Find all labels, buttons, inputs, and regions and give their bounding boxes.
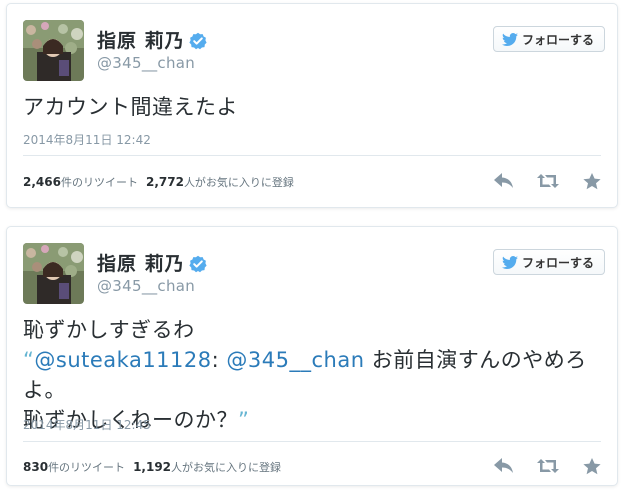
twitter-bird-icon (501, 32, 518, 46)
tweet-stats: 2,466件のリツイート 2,772人がお気に入りに登録 (23, 174, 294, 190)
quote-close: ” (238, 408, 250, 432)
favorite-count-label: 人がお気に入りに登録 (183, 176, 294, 189)
tweet-stats: 830件のリツイート 1,192人がお気に入りに登録 (23, 459, 281, 475)
favorite-count[interactable]: 2,772 (146, 175, 184, 189)
follow-button-label: フォローする (521, 255, 594, 270)
tweet-actions (471, 170, 603, 192)
avatar[interactable] (23, 20, 84, 81)
follow-button[interactable]: フォローする (492, 249, 605, 275)
star-icon[interactable] (581, 455, 603, 477)
tweet-text-line: “@suteaka11128: @345__chan お前自演すんのやめろよ。 (23, 345, 613, 405)
tweet-text-line: 恥ずかしすぎるわ (23, 318, 195, 342)
retweet-count-label: 件のリツイート (48, 461, 126, 474)
mention-link[interactable]: @suteaka11128 (34, 348, 211, 372)
retweet-icon[interactable] (537, 455, 559, 477)
display-name-text: 指原 莉乃 (97, 253, 185, 275)
favorite-count-label: 人がお気に入りに登録 (171, 461, 282, 474)
reply-icon[interactable] (493, 170, 515, 192)
star-icon[interactable] (581, 170, 603, 192)
tweet-timestamp[interactable]: 2014年8月11日 12:45 (23, 416, 151, 433)
divider (23, 441, 601, 442)
retweet-icon[interactable] (537, 170, 559, 192)
tweet-text-fragment: : (211, 348, 227, 372)
reply-icon[interactable] (493, 455, 515, 477)
retweet-count[interactable]: 2,466 (23, 175, 61, 189)
twitter-bird-icon (501, 255, 518, 269)
user-handle[interactable]: @345__chan (97, 277, 195, 295)
follow-button-label: フォローする (521, 32, 594, 47)
tweet-timestamp[interactable]: 2014年8月11日 12:42 (23, 131, 151, 148)
display-name[interactable]: 指原 莉乃 (97, 249, 207, 278)
retweet-count-label: 件のリツイート (60, 176, 138, 189)
retweet-count[interactable]: 830 (23, 460, 48, 474)
display-name[interactable]: 指原 莉乃 (97, 26, 207, 55)
verified-badge-icon (189, 32, 207, 55)
tweet-actions (471, 455, 603, 477)
divider (23, 155, 601, 156)
quote-open: “ (23, 348, 35, 372)
tweet-text: アカウント間違えたよ (23, 95, 238, 119)
favorite-count[interactable]: 1,192 (133, 460, 171, 474)
tweet-card: 指原 莉乃 @345__chan フォローする アカウント間違えたよ 2014年… (6, 3, 618, 208)
user-handle[interactable]: @345__chan (97, 54, 195, 72)
follow-button[interactable]: フォローする (492, 26, 605, 52)
tweet-card: 指原 莉乃 @345__chan フォローする 恥ずかしすぎるわ “@sutea… (6, 226, 618, 486)
display-name-text: 指原 莉乃 (97, 30, 185, 52)
avatar[interactable] (23, 243, 84, 304)
verified-badge-icon (189, 255, 207, 278)
mention-link[interactable]: @345__chan (226, 348, 364, 372)
